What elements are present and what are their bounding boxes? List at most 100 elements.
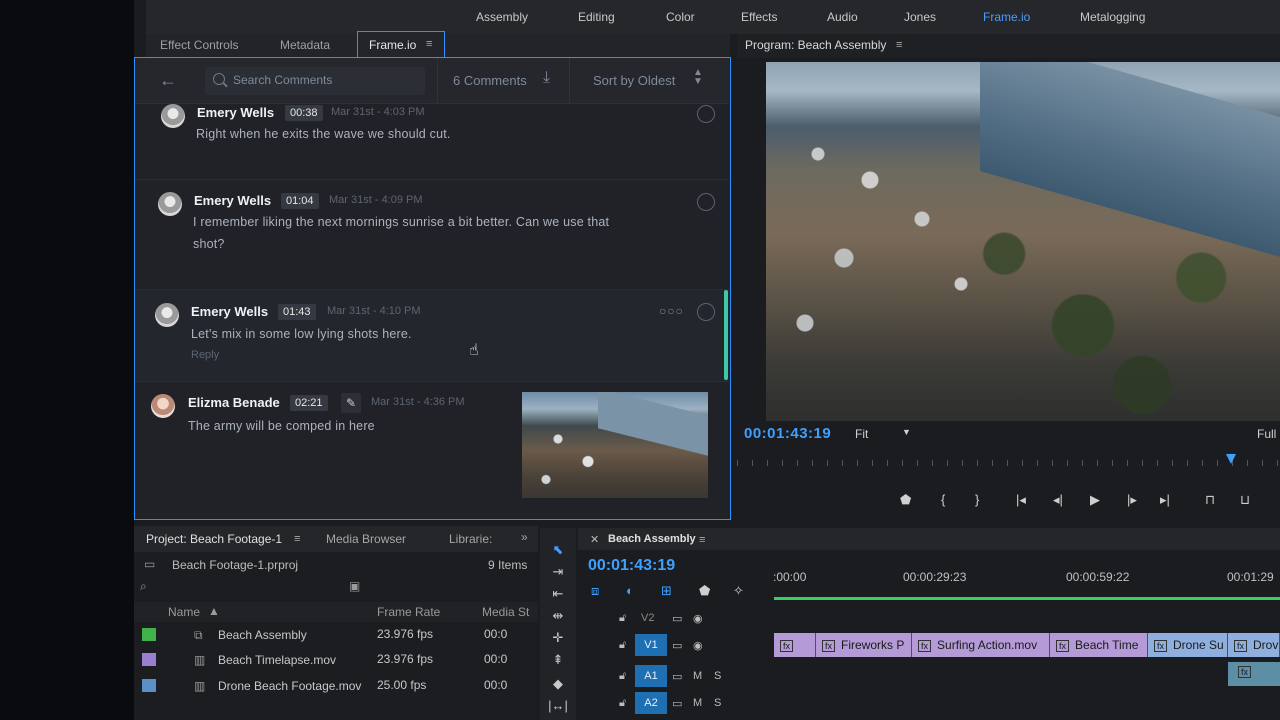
comment-item[interactable]: Emery Wells 01:04 Mar 31st - 4:09 PM I r… bbox=[135, 180, 729, 290]
lift-icon[interactable]: ⊓ bbox=[1205, 492, 1215, 508]
tab-frameio[interactable]: Frame.io ≡ bbox=[357, 31, 445, 59]
comment-timecode[interactable]: 01:43 bbox=[278, 304, 316, 320]
panel-menu-icon[interactable]: ≡ bbox=[896, 39, 902, 51]
sequence-tab[interactable]: Beach Assembly bbox=[608, 533, 696, 545]
reply-link[interactable]: Reply bbox=[191, 349, 219, 361]
wrench-icon[interactable]: ✧ bbox=[733, 583, 744, 599]
solo-button[interactable]: S bbox=[714, 670, 721, 682]
project-item-name[interactable]: Drone Beach Footage.mov bbox=[218, 679, 361, 693]
slip-tool-icon[interactable]: ◆ bbox=[540, 676, 576, 692]
add-marker-icon[interactable]: ⬟ bbox=[699, 583, 710, 599]
resolve-checkbox[interactable] bbox=[697, 193, 715, 211]
program-time-ruler[interactable] bbox=[737, 452, 1280, 470]
comment-item[interactable]: Emery Wells 01:43 Mar 31st - 4:10 PM Let… bbox=[135, 290, 729, 382]
panel-menu-icon[interactable]: ≡ bbox=[294, 533, 300, 545]
sort-arrows-icon[interactable]: ▲ ▼ bbox=[693, 68, 703, 87]
tab-effect-controls[interactable]: Effect Controls bbox=[160, 38, 238, 52]
project-item-name[interactable]: Beach Assembly bbox=[218, 628, 307, 642]
search-icon[interactable]: ⌕ bbox=[140, 579, 147, 594]
timeline-clip[interactable]: fx Surfing Action.mov bbox=[912, 633, 1050, 657]
tab-project[interactable]: Project: Beach Footage-1 bbox=[146, 532, 282, 546]
mute-button[interactable]: M bbox=[693, 670, 702, 682]
search-comments-input[interactable] bbox=[233, 73, 413, 87]
panel-menu-icon[interactable]: ≡ bbox=[699, 534, 705, 546]
track-select-tool-icon[interactable]: ⇥ bbox=[540, 564, 576, 580]
track-target-a2[interactable]: A2 bbox=[635, 692, 667, 714]
resolve-checkbox[interactable] bbox=[697, 105, 715, 123]
workspace-audio[interactable]: Audio bbox=[827, 10, 858, 24]
column-frame-rate[interactable]: Frame Rate bbox=[377, 605, 440, 619]
tab-media-browser[interactable]: Media Browser bbox=[326, 532, 406, 546]
lock-icon[interactable]: 🔓︎ bbox=[619, 612, 626, 625]
annotation-brush-icon[interactable]: ✎ bbox=[341, 393, 361, 413]
razor-tool-icon[interactable]: ⇞ bbox=[540, 652, 576, 668]
label-color-swatch[interactable] bbox=[142, 679, 156, 692]
track-target-v1[interactable]: V1 bbox=[635, 634, 667, 656]
timeline-clip[interactable]: fx Drone Su bbox=[1148, 633, 1228, 657]
program-timecode[interactable]: 00:01:43:19 bbox=[744, 425, 831, 442]
solo-button[interactable]: S bbox=[714, 697, 721, 709]
ripple-edit-tool-icon[interactable]: ⇤ bbox=[540, 586, 576, 602]
workspace-metalogging[interactable]: Metalogging bbox=[1080, 10, 1145, 24]
timeline-clip[interactable]: fx Drov bbox=[1228, 633, 1280, 657]
linked-selection-icon[interactable]: ⊞ bbox=[661, 583, 672, 599]
tab-libraries[interactable]: Librarie: bbox=[449, 532, 492, 546]
step-back-icon[interactable]: ◂| bbox=[1053, 492, 1063, 508]
toggle-sync-icon[interactable]: ▭ bbox=[672, 697, 682, 710]
lock-icon[interactable]: 🔓︎ bbox=[619, 697, 626, 710]
audio-clip[interactable]: fx bbox=[1228, 662, 1280, 686]
lock-icon[interactable]: 🔓︎ bbox=[619, 639, 626, 652]
snap-icon[interactable]: ◐ bbox=[626, 583, 634, 598]
rolling-edit-tool-icon[interactable]: ⇹ bbox=[540, 608, 576, 624]
playback-resolution-select[interactable]: Full bbox=[1257, 427, 1276, 441]
workspace-effects[interactable]: Effects bbox=[741, 10, 777, 24]
comment-timecode[interactable]: 00:38 bbox=[285, 105, 323, 121]
workspace-frameio[interactable]: Frame.io bbox=[983, 10, 1030, 24]
panel-menu-icon[interactable]: ≡ bbox=[426, 38, 432, 50]
new-bin-icon[interactable]: ▣ bbox=[349, 579, 360, 593]
add-marker-icon[interactable]: ⬟ bbox=[900, 492, 911, 508]
label-color-swatch[interactable] bbox=[142, 628, 156, 641]
workspace-jones[interactable]: Jones bbox=[904, 10, 936, 24]
download-icon[interactable]: ⤓ bbox=[543, 69, 550, 87]
step-forward-icon[interactable]: |▸ bbox=[1127, 492, 1137, 508]
toggle-sync-icon[interactable]: ▭ bbox=[672, 670, 682, 683]
extract-icon[interactable]: ⊔ bbox=[1240, 492, 1250, 508]
timeline-clip[interactable]: fx Fireworks P bbox=[816, 633, 912, 657]
comment-attachment-thumbnail[interactable] bbox=[522, 392, 708, 498]
eye-icon[interactable]: ◉ bbox=[693, 612, 703, 625]
timeline-clip[interactable]: fx bbox=[774, 633, 816, 657]
comments-scrollbar[interactable] bbox=[724, 290, 728, 380]
timeline-timecode[interactable]: 00:01:43:19 bbox=[588, 557, 675, 575]
comment-item[interactable]: Emery Wells 00:38 Mar 31st - 4:03 PM Rig… bbox=[135, 104, 729, 180]
eye-icon[interactable]: ◉ bbox=[693, 639, 703, 652]
comment-timecode[interactable]: 02:21 bbox=[290, 395, 328, 411]
track-target-a1[interactable]: A1 bbox=[635, 665, 667, 687]
toggle-sync-icon[interactable]: ▭ bbox=[672, 612, 682, 625]
mark-out-icon[interactable]: } bbox=[975, 492, 979, 507]
zoom-level-select[interactable]: Fit bbox=[855, 427, 868, 441]
resolve-checkbox[interactable] bbox=[697, 303, 715, 321]
nest-icon[interactable]: ⧈ bbox=[591, 583, 599, 599]
rate-stretch-tool-icon[interactable]: ✛ bbox=[540, 630, 576, 646]
column-name[interactable]: Name bbox=[168, 605, 200, 619]
sort-dropdown[interactable]: Sort by Oldest bbox=[593, 73, 675, 88]
timeline-clip[interactable]: fx Beach Time bbox=[1050, 633, 1148, 657]
back-arrow-icon[interactable]: ← bbox=[159, 70, 177, 91]
label-color-swatch[interactable] bbox=[142, 653, 156, 666]
go-to-in-icon[interactable]: |◂ bbox=[1016, 492, 1026, 508]
search-box[interactable] bbox=[205, 67, 425, 95]
tab-metadata[interactable]: Metadata bbox=[280, 38, 330, 52]
column-media-start[interactable]: Media St bbox=[482, 605, 529, 619]
close-icon[interactable]: ✕ bbox=[590, 533, 599, 546]
workspace-color[interactable]: Color bbox=[666, 10, 695, 24]
selection-tool-icon[interactable]: ⬉ bbox=[540, 542, 576, 558]
play-icon[interactable]: ▶ bbox=[1090, 492, 1100, 508]
more-options-icon[interactable]: ○○○ bbox=[659, 304, 684, 318]
comment-timecode[interactable]: 01:04 bbox=[281, 193, 319, 209]
mute-button[interactable]: M bbox=[693, 697, 702, 709]
toggle-sync-icon[interactable]: ▭ bbox=[672, 639, 682, 652]
workspace-assembly[interactable]: Assembly bbox=[476, 10, 528, 24]
mark-in-icon[interactable]: { bbox=[941, 492, 945, 507]
track-label-v2[interactable]: V2 bbox=[641, 612, 654, 624]
